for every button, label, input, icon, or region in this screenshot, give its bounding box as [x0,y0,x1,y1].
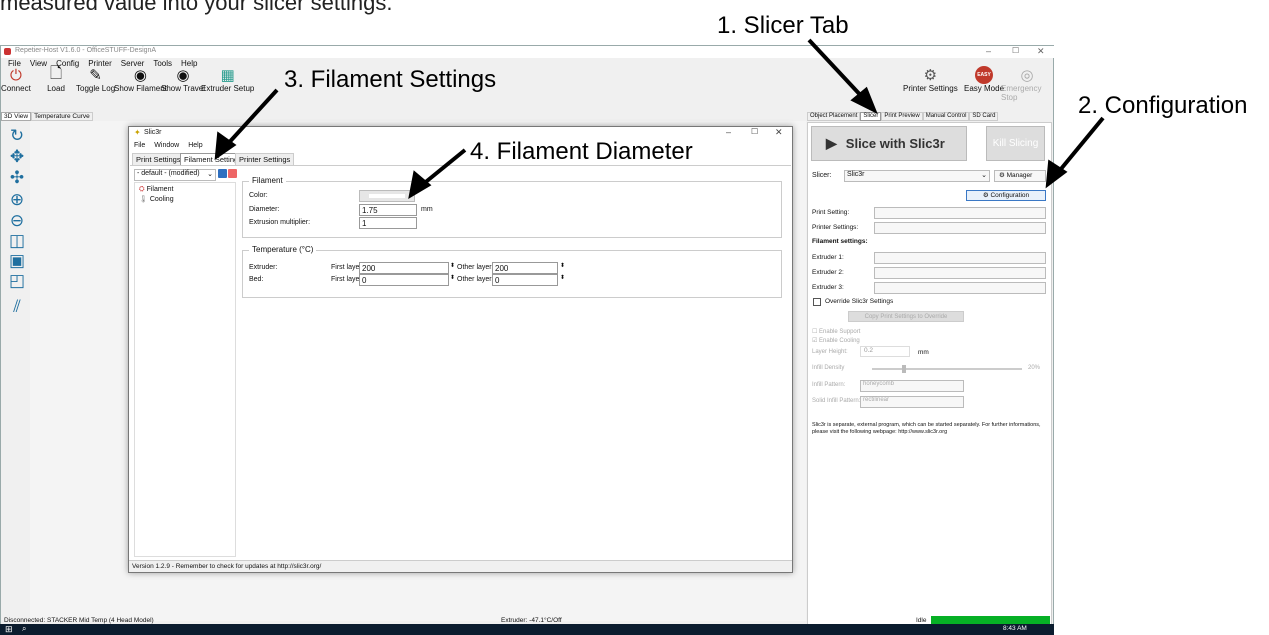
filament-diameter-arrowhead [408,170,432,199]
slicer-tab-arrow [807,38,867,102]
filament-settings-arrow [223,88,279,149]
filament-diameter-callout: 4. Filament Diameter [470,138,693,165]
slicer-tab-callout: 1. Slicer Tab [717,12,849,39]
configuration-arrow [1054,116,1105,177]
configuration-callout: 2. Configuration [1078,92,1248,119]
filament-diameter-arrow [420,148,467,187]
filament-settings-callout: 3. Filament Settings [284,66,497,93]
